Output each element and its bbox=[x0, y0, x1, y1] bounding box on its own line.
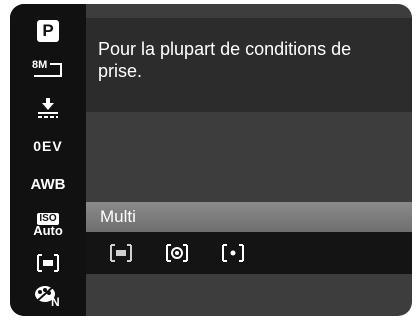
sidebar-item-exposure[interactable]: 0EV bbox=[10, 130, 86, 164]
center-metering-icon bbox=[166, 244, 188, 262]
exposure-label: 0EV bbox=[33, 138, 63, 154]
exposure-icon: 0EV bbox=[33, 138, 62, 156]
camera-screen: P 8M 0EV AWB ISO Auto N Pour la plupart … bbox=[10, 4, 412, 316]
sidebar-item-program-mode[interactable]: P bbox=[10, 14, 86, 48]
iso-value: Auto bbox=[33, 223, 63, 238]
resolution-8m-icon: 8M bbox=[32, 59, 64, 79]
color-mode-label: N bbox=[51, 295, 60, 309]
white-balance-icon: AWB bbox=[31, 176, 66, 194]
program-mode-label: P bbox=[42, 21, 54, 40]
quality-icon bbox=[38, 98, 58, 118]
description-panel: Pour la plupart de conditions de prise. bbox=[86, 18, 412, 112]
sidebar-item-resolution[interactable]: 8M bbox=[10, 52, 86, 86]
multi-metering-icon bbox=[110, 244, 132, 262]
resolution-label: 8M bbox=[32, 59, 48, 71]
option-spot[interactable] bbox=[216, 239, 250, 267]
spot-metering-icon bbox=[222, 244, 244, 262]
program-mode-icon: P bbox=[37, 20, 59, 42]
description-text: Pour la plupart de conditions de prise. bbox=[98, 39, 352, 81]
selected-option-label: Multi bbox=[100, 207, 136, 226]
metering-options-row bbox=[86, 232, 412, 274]
color-mode-icon: N bbox=[34, 284, 62, 310]
sidebar-item-iso[interactable]: ISO Auto bbox=[10, 206, 86, 244]
sidebar-item-color-mode[interactable]: N bbox=[10, 280, 86, 314]
option-center[interactable] bbox=[160, 239, 194, 267]
sidebar-item-quality[interactable] bbox=[10, 92, 86, 126]
sidebar-item-white-balance[interactable]: AWB bbox=[10, 168, 86, 202]
settings-sidebar: P 8M 0EV AWB ISO Auto N bbox=[10, 4, 86, 316]
iso-icon: ISO Auto bbox=[33, 213, 63, 237]
white-balance-label: AWB bbox=[30, 176, 66, 193]
sidebar-item-metering[interactable] bbox=[10, 246, 86, 280]
option-multi[interactable] bbox=[104, 239, 138, 267]
metering-icon bbox=[37, 254, 59, 272]
selected-option-bar: Multi bbox=[86, 202, 412, 232]
